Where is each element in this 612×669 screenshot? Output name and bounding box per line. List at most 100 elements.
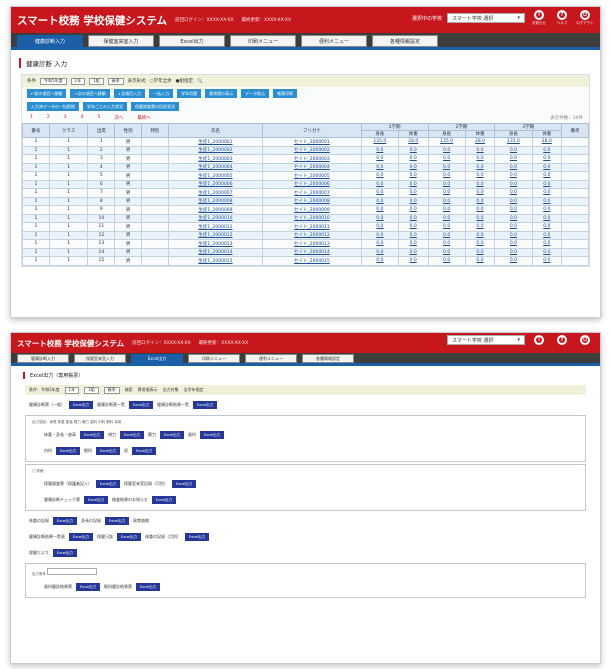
excel-button[interactable]: Excel出力 (56, 447, 80, 455)
table-cell[interactable]: 0.0 (397, 247, 429, 257)
table-cell[interactable]: 0.0 (360, 188, 399, 198)
table-cell[interactable]: 0.0 (531, 222, 563, 232)
student-name-link[interactable]: 生徒1_2000005 (167, 171, 264, 181)
table-cell[interactable]: 0.0 (397, 145, 429, 155)
excel-button[interactable]: Excel出力 (200, 431, 224, 439)
table-cell[interactable]: 0.0 (494, 188, 533, 198)
table-cell[interactable]: 0.0 (427, 205, 466, 215)
student-kana[interactable]: セイト_2000014 (262, 247, 362, 257)
table-cell[interactable]: 0.0 (494, 205, 533, 215)
table-cell[interactable]: 0.0 (464, 222, 496, 232)
table-cell[interactable]: 0.0 (397, 230, 429, 240)
table-row[interactable]: 1 1 14 男生徒1_2000014 セイト_2000014 0.0 0.0 0.0 0.0 0… (22, 247, 589, 257)
table-cell[interactable]: 28.0 (397, 137, 429, 147)
excel-button[interactable]: Excel出力 (117, 533, 141, 541)
remark-cell[interactable] (561, 230, 589, 240)
abnormal-button[interactable]: 異常値の表示 (205, 89, 238, 98)
table-cell[interactable]: 0.0 (397, 222, 429, 232)
table-cell[interactable]: 0.0 (531, 213, 563, 223)
excel-button[interactable]: Excel出力 (52, 549, 77, 557)
table-row[interactable]: 1 1 12 男生徒1_2000012 セイト_2000012 0.0 0.0 0.0 0.0 0… (22, 230, 589, 240)
tab-print[interactable]: 印刷メニュー (188, 354, 240, 363)
table-cell[interactable]: 0.0 (397, 162, 429, 172)
remark-cell[interactable] (561, 205, 589, 215)
class-select[interactable]: 1組 (89, 77, 104, 85)
table-cell[interactable]: 0.0 (531, 256, 563, 266)
school-select[interactable]: スマート学校 選択 ▾ (447, 13, 525, 23)
all-items-button[interactable]: ↓全項目入力 (113, 89, 146, 98)
table-cell[interactable]: 0.0 (531, 196, 563, 206)
student-kana[interactable]: セイト_2000011 (262, 222, 362, 232)
excel-button[interactable]: Excel出力 (193, 401, 217, 409)
table-cell[interactable]: 0.0 (397, 213, 429, 223)
table-cell[interactable]: 0.0 (494, 179, 533, 189)
table-row[interactable]: 1 1 10 男生徒1_2000010 セイト_2000010 0.0 0.0 0.0 0.0 0… (22, 213, 589, 223)
table-cell[interactable]: 28.0 (464, 137, 496, 147)
table-cell[interactable]: 0.0 (464, 256, 496, 266)
table-cell[interactable]: 0.0 (427, 171, 466, 181)
table-cell[interactable]: 0.0 (360, 196, 399, 206)
remark-cell[interactable] (561, 222, 589, 232)
bulk-delete-button[interactable]: 入力済データの一括削除 (27, 102, 79, 111)
table-cell[interactable]: 0.0 (360, 247, 399, 257)
table-cell[interactable]: 0.0 (464, 247, 496, 257)
table-cell[interactable]: 0.0 (427, 222, 466, 232)
notice-icon-button[interactable]: ! (530, 335, 548, 345)
tab-print[interactable]: 印刷メニュー (230, 35, 296, 47)
excel-button[interactable]: Excel出力 (53, 517, 77, 525)
tab-nurse-visit[interactable]: 保健室来室入力 (88, 35, 154, 47)
page-link[interactable]: 2 (47, 115, 50, 121)
grade-select[interactable]: 1年 (70, 77, 86, 85)
table-cell[interactable]: 0.0 (360, 222, 399, 232)
excel-button[interactable]: Excel出力 (69, 401, 93, 409)
excel-button[interactable]: Excel出力 (105, 517, 129, 525)
term-select[interactable]: 春季 (107, 77, 124, 85)
table-cell[interactable]: 0.0 (427, 256, 466, 266)
next-item-button[interactable]: →次の項目へ移動 (70, 89, 110, 98)
table-row[interactable]: 1 1 4 男生徒1_2000004 セイト_2000004 0.0 0.0 0.0 0.0 0.… (22, 162, 589, 172)
table-cell[interactable]: 0.0 (360, 162, 399, 172)
logout-icon-button[interactable]: ⏻ ログアウト (576, 10, 594, 26)
table-cell[interactable]: 0.0 (427, 247, 466, 257)
student-name-link[interactable]: 生徒1_2000013 (167, 239, 264, 249)
student-name-link[interactable]: 生徒1_2000014 (167, 247, 264, 257)
table-cell[interactable]: 0.0 (427, 213, 466, 223)
student-name-link[interactable]: 生徒1_2000004 (167, 162, 264, 172)
table-cell[interactable]: 0.0 (494, 239, 533, 249)
student-kana[interactable]: セイト_2000003 (262, 154, 362, 164)
term-select[interactable]: 春季 (103, 386, 120, 394)
excel-button[interactable]: Excel出力 (136, 583, 160, 591)
tab-settings[interactable]: 各種情報設定 (302, 354, 354, 363)
remark-cell[interactable] (561, 154, 589, 164)
student-kana[interactable]: セイト_2000015 (262, 256, 362, 266)
remark-cell[interactable] (561, 171, 589, 181)
table-cell[interactable]: 135.0 (427, 137, 466, 147)
page-link[interactable]: 5 (98, 115, 101, 121)
table-cell[interactable]: 0.0 (494, 222, 533, 232)
table-cell[interactable]: 0.0 (397, 171, 429, 181)
grade-select[interactable]: 1年 (64, 386, 80, 394)
table-cell[interactable]: 0.0 (464, 145, 496, 155)
table-cell[interactable]: 0.0 (360, 256, 399, 266)
table-cell[interactable]: 0.0 (397, 188, 429, 198)
help-icon-button[interactable]: ? (553, 335, 571, 345)
excel-button[interactable]: Excel出力 (80, 431, 104, 439)
remark-cell[interactable] (561, 213, 589, 223)
table-cell[interactable]: 0.0 (397, 154, 429, 164)
year-select[interactable]: 令和5年度 (40, 77, 67, 85)
table-row[interactable]: 1 1 2 男生徒1_2000002 セイト_2000002 0.0 0.0 0.0 0.0 0.… (22, 145, 589, 155)
table-cell[interactable]: 0.0 (494, 171, 533, 181)
excel-button[interactable]: Excel出力 (96, 480, 120, 488)
radio-all[interactable]: ○学年全体 (150, 78, 172, 84)
table-row[interactable]: 1 1 7 男生徒1_2000007 セイト_2000007 0.0 0.0 0.0 0.0 0.… (22, 188, 589, 198)
table-cell[interactable]: 0.0 (494, 256, 533, 266)
next-page-link[interactable]: 次へ (114, 115, 123, 121)
table-cell[interactable]: 0.0 (427, 230, 466, 240)
remark-cell[interactable] (561, 247, 589, 257)
help-icon-button[interactable]: ? ヘルプ (553, 10, 571, 26)
student-name-link[interactable]: 生徒1_2000010 (167, 213, 264, 223)
student-kana[interactable]: セイト_2000002 (262, 145, 362, 155)
import-button[interactable]: データ取込 (241, 89, 270, 98)
page-link[interactable]: 1 (30, 115, 33, 121)
tab-excel[interactable]: Excel出力 (159, 35, 225, 47)
